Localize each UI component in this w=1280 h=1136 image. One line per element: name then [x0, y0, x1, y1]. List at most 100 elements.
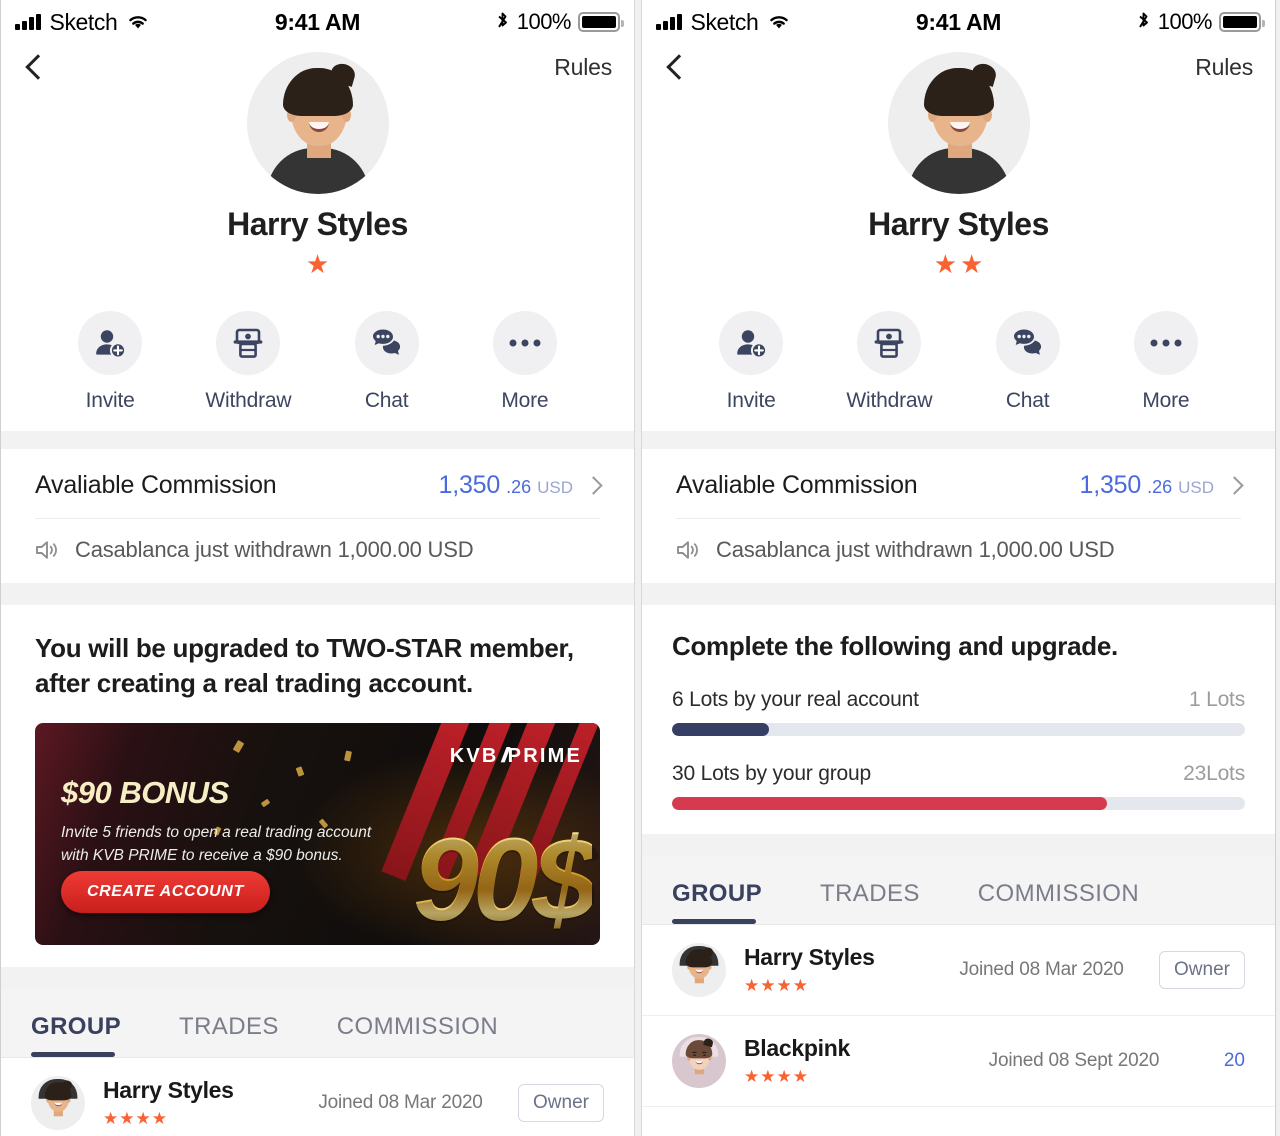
star-icon: ★ [960, 249, 984, 279]
action-label: More [501, 389, 549, 412]
add-user-icon [78, 311, 143, 375]
commission-amount-int: 1,350 [1079, 471, 1142, 499]
bluetooth-icon [497, 12, 507, 28]
clock-label: 9:41 AM [274, 8, 361, 35]
tab-trades[interactable]: TRADES [179, 1013, 279, 1057]
member-name: Blackpink [744, 1035, 850, 1061]
clock-label: 9:41 AM [915, 8, 1002, 35]
withdraw-atm-icon [216, 311, 281, 375]
list-item[interactable]: Harry Styles ★★★★ Joined 08 Mar 2020 Own… [1, 1058, 634, 1136]
section-divider [1, 967, 634, 990]
list-tabs-left: GROUP TRADES COMMISSION [1, 989, 634, 1059]
progress-fill [672, 723, 770, 736]
user-avatar[interactable] [887, 52, 1030, 194]
available-commission-row[interactable]: Avaliable Commission 1,350 .26 USD [1, 449, 634, 518]
tab-trades[interactable]: TRADES [820, 880, 920, 924]
progress-fill [672, 797, 1108, 810]
tab-commission[interactable]: COMMISSION [337, 1013, 498, 1057]
star-icon: ★ [933, 249, 957, 279]
bonus-banner[interactable]: KVB // PRIME 90$ $90 BONUS Invite 5 frie… [35, 723, 600, 946]
commission-amount-dec: .26 [1147, 477, 1173, 497]
list-item[interactable]: Harry Styles ★★★★ Joined 08 Mar 2020 Own… [642, 925, 1275, 1016]
progress-label: 6 Lots by your real account [672, 688, 919, 711]
action-label: Withdraw [846, 389, 933, 412]
banner-headline: $90 BONUS [61, 775, 229, 811]
banner-big-number: 90$ [413, 814, 598, 946]
page-title: Harry Styles [227, 206, 408, 242]
commission-currency: USD [1178, 478, 1214, 497]
signal-bars-icon [656, 14, 682, 30]
commission-label: Avaliable Commission [35, 471, 277, 499]
quick-actions: Invite Withdraw Chat More [642, 287, 1275, 431]
speaker-announcement-icon [677, 541, 698, 559]
more-dots-icon [1133, 311, 1198, 375]
status-badge: Owner [518, 1084, 604, 1123]
tab-commission[interactable]: COMMISSION [978, 880, 1139, 924]
banner-subtext: Invite 5 friends to open a real trading … [61, 824, 372, 865]
kvb-prime-logo: KVB // PRIME [450, 745, 582, 768]
carrier-label: Sketch [49, 8, 118, 35]
battery-percent-label: 100% [516, 9, 572, 34]
action-more[interactable]: More [470, 311, 580, 413]
action-chat[interactable]: Chat [973, 311, 1083, 413]
progress-item-real-account: 6 Lots by your real account 1 Lots [672, 688, 1245, 736]
chevron-right-icon [1225, 476, 1244, 495]
action-label: Invite [85, 389, 135, 412]
create-account-button[interactable]: CREATE ACCOUNT [61, 871, 270, 914]
star-icon: ★ [305, 249, 330, 279]
action-label: Invite [726, 389, 776, 412]
phone-screen-right: Sketch 9:41 AM 100% Rules Harry Styles ★… [641, 0, 1276, 1136]
wifi-icon [770, 16, 789, 29]
action-invite[interactable]: Invite [696, 311, 806, 413]
profile-header: Harry Styles ★ [1, 52, 634, 287]
announcement-text: Casablanca just withdrawn 1,000.00 USD [716, 537, 1115, 562]
member-list-right: Harry Styles ★★★★ Joined 08 Mar 2020 Own… [642, 925, 1275, 1107]
section-divider [1, 583, 634, 605]
page-title: Harry Styles [868, 206, 1049, 242]
wifi-icon [129, 16, 148, 29]
section-divider [642, 431, 1275, 449]
action-more[interactable]: More [1111, 311, 1221, 413]
member-joined: Joined 08 Mar 2020 [959, 959, 1124, 980]
list-item[interactable]: Blackpink ★★★★ Joined 08 Sept 2020 20 [642, 1016, 1275, 1107]
announcement-row: Casablanca just withdrawn 1,000.00 USD [1, 519, 634, 583]
announcement-row: Casablanca just withdrawn 1,000.00 USD [642, 519, 1275, 583]
status-bar: Sketch 9:41 AM 100% [1, 0, 634, 44]
action-label: Chat [1005, 389, 1050, 412]
action-chat[interactable]: Chat [332, 311, 442, 413]
member-stars: ★★★★ [744, 976, 809, 995]
action-label: More [1142, 389, 1190, 412]
section-divider [642, 834, 1275, 856]
action-label: Chat [364, 389, 409, 412]
action-withdraw[interactable]: Withdraw [834, 311, 944, 413]
action-invite[interactable]: Invite [55, 311, 165, 413]
status-bar: Sketch 9:41 AM 100% [642, 0, 1275, 44]
carrier-label: Sketch [690, 8, 759, 35]
action-withdraw[interactable]: Withdraw [193, 311, 303, 413]
commission-amount-int: 1,350 [438, 471, 501, 499]
action-label: Withdraw [205, 389, 292, 412]
upgrade-promo-section: You will be upgraded to TWO-STAR member,… [1, 605, 634, 967]
bluetooth-icon [1138, 12, 1148, 28]
member-avatar [31, 1076, 85, 1131]
progress-item-group: 30 Lots by your group 23Lots [672, 762, 1245, 810]
commission-currency: USD [537, 478, 573, 497]
brand-kvb: KVB [449, 745, 499, 768]
progress-track [672, 797, 1245, 810]
promo-title: You will be upgraded to TWO-STAR member,… [35, 633, 574, 699]
chevron-right-icon [584, 476, 603, 495]
tab-group[interactable]: GROUP [672, 880, 762, 924]
member-avatar [672, 943, 726, 997]
battery-percent-label: 100% [1157, 9, 1213, 34]
announcement-text: Casablanca just withdrawn 1,000.00 USD [75, 537, 474, 562]
user-avatar[interactable] [246, 52, 389, 194]
add-user-icon [719, 311, 784, 375]
available-commission-row[interactable]: Avaliable Commission 1,350 .26 USD [642, 449, 1275, 518]
upgrade-requirements-section: Complete the following and upgrade. 6 Lo… [642, 605, 1275, 834]
speaker-announcement-icon [36, 541, 57, 559]
progress-track [672, 723, 1245, 736]
tab-group[interactable]: GROUP [31, 1013, 121, 1058]
battery-full-icon [578, 12, 624, 32]
withdraw-atm-icon [857, 311, 922, 375]
battery-full-icon [1219, 12, 1265, 32]
